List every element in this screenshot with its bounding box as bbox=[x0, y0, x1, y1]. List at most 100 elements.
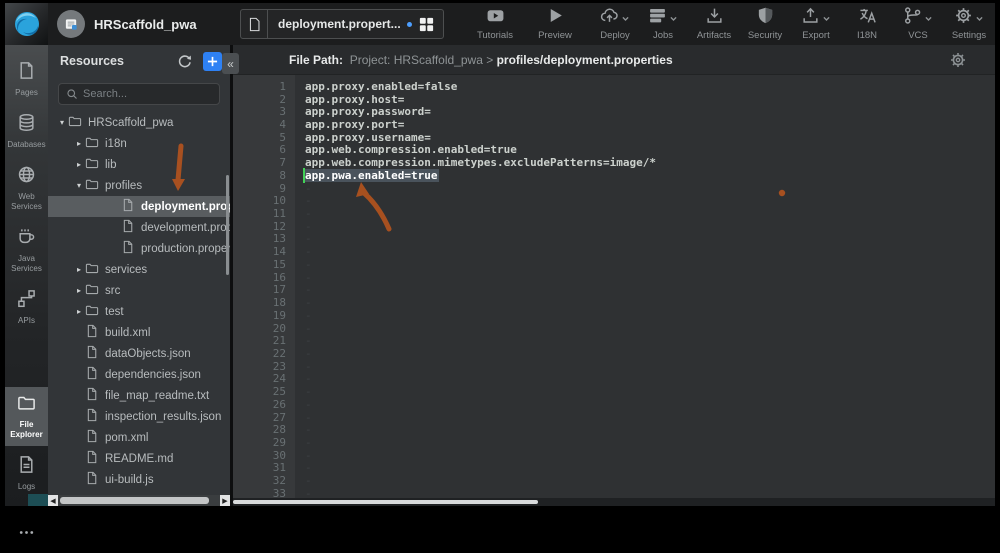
chevron-right-icon[interactable]: ▸ bbox=[73, 286, 85, 295]
refresh-icon[interactable] bbox=[176, 53, 193, 70]
sidebar-more-button[interactable] bbox=[5, 517, 48, 553]
code-line-7[interactable]: 7app.web.compression.mimetypes.excludePa… bbox=[233, 156, 995, 169]
code-line-26[interactable]: 26- bbox=[233, 398, 995, 411]
tutorials-button[interactable]: Tutorials bbox=[473, 7, 517, 41]
tree-item-label: i18n bbox=[105, 138, 127, 150]
tree-item-development.properties[interactable]: development.properties bbox=[48, 217, 230, 238]
code-line-6[interactable]: 6app.web.compression.enabled=true bbox=[233, 144, 995, 157]
toolbar-right-actions: Jobs Artifacts SecurityExportI18NVCSSettin… bbox=[641, 7, 991, 41]
code-area[interactable]: 1app.proxy.enabled=false2app.proxy.host=… bbox=[233, 75, 995, 506]
sidebar-item-label: APIs bbox=[18, 316, 35, 326]
code-line-11[interactable]: 11- bbox=[233, 207, 995, 220]
chevron-down-icon[interactable]: ▾ bbox=[73, 181, 85, 190]
tree-item-README.md[interactable]: README.md bbox=[48, 448, 230, 469]
code-line-31[interactable]: 31- bbox=[233, 462, 995, 475]
code-line-32[interactable]: 32- bbox=[233, 474, 995, 487]
add-resource-button[interactable] bbox=[203, 52, 222, 71]
tree-item-i18n[interactable]: ▸ i18n bbox=[48, 133, 230, 154]
tree-horizontal-scrollbar[interactable]: ◀ ▶ bbox=[48, 495, 230, 506]
sidebar-item-file-explorer[interactable]: FileExplorer bbox=[5, 387, 48, 446]
folder-icon bbox=[68, 114, 88, 131]
collapse-panel-button[interactable]: « bbox=[222, 53, 239, 74]
tree-item-ui-build.js[interactable]: ui-build.js bbox=[48, 469, 230, 490]
sidebar-item-apis[interactable]: APIs bbox=[5, 283, 48, 332]
search-input[interactable] bbox=[83, 88, 212, 100]
sidebar-item-databases[interactable]: Databases bbox=[5, 107, 48, 156]
code-line-1[interactable]: 1app.proxy.enabled=false bbox=[233, 80, 995, 93]
sidebar-item-java-services[interactable]: JavaServices bbox=[5, 221, 48, 280]
tree-item-test[interactable]: ▸test bbox=[48, 301, 230, 322]
tree-item-services[interactable]: ▸services bbox=[48, 259, 230, 280]
code-line-23[interactable]: 23- bbox=[233, 360, 995, 373]
export-icon bbox=[801, 6, 820, 30]
artifacts-button[interactable]: Artifacts bbox=[692, 7, 736, 41]
security-button[interactable]: Security bbox=[743, 7, 787, 41]
export-button[interactable]: Export bbox=[794, 7, 838, 41]
tree-item-dependencies.json[interactable]: dependencies.json bbox=[48, 364, 230, 385]
sidebar-item-label: Databases bbox=[7, 140, 45, 150]
preview-button[interactable]: Preview bbox=[533, 7, 577, 41]
sidebar-item-pages[interactable]: Pages bbox=[5, 55, 48, 104]
scroll-thumb[interactable] bbox=[60, 497, 209, 504]
code-line-2[interactable]: 2app.proxy.host= bbox=[233, 93, 995, 106]
code-line-17[interactable]: 17- bbox=[233, 284, 995, 297]
code-line-10[interactable]: 10- bbox=[233, 194, 995, 207]
code-line-27[interactable]: 27- bbox=[233, 411, 995, 424]
chevron-right-icon[interactable]: ▸ bbox=[73, 307, 85, 316]
scroll-right-icon[interactable]: ▶ bbox=[220, 495, 230, 506]
grid-icon[interactable] bbox=[418, 16, 435, 33]
code-line-22[interactable]: 22- bbox=[233, 347, 995, 360]
chevron-right-icon[interactable]: ▸ bbox=[73, 160, 85, 169]
code-line-4[interactable]: 4app.proxy.port= bbox=[233, 118, 995, 131]
code-line-9[interactable]: 9- bbox=[233, 182, 995, 195]
tree-item-dataObjects.json[interactable]: dataObjects.json bbox=[48, 343, 230, 364]
code-line-20[interactable]: 20- bbox=[233, 322, 995, 335]
jobs-button[interactable]: Jobs bbox=[641, 7, 685, 41]
code-line-12[interactable]: 12- bbox=[233, 220, 995, 233]
open-file-tab[interactable]: deployment.propert... bbox=[240, 9, 444, 39]
vcs-button[interactable]: VCS bbox=[896, 7, 940, 41]
action-label: Preview bbox=[538, 30, 572, 41]
code-line-14[interactable]: 14- bbox=[233, 245, 995, 258]
tree-item-build.xml[interactable]: build.xml bbox=[48, 322, 230, 343]
tree-item-src[interactable]: ▸src bbox=[48, 280, 230, 301]
tree-item-profiles[interactable]: ▾profiles bbox=[48, 175, 230, 196]
tree-item-file_map_readme.txt[interactable]: file_map_readme.txt bbox=[48, 385, 230, 406]
code-line-30[interactable]: 30- bbox=[233, 449, 995, 462]
code-line-25[interactable]: 25- bbox=[233, 385, 995, 398]
tree-item-HRScaffold_pwa[interactable]: ▾HRScaffold_pwa bbox=[48, 112, 230, 133]
tree-item-production.properties[interactable]: production.properties bbox=[48, 238, 230, 259]
code-line-5[interactable]: 5app.proxy.username= bbox=[233, 131, 995, 144]
code-line-19[interactable]: 19- bbox=[233, 309, 995, 322]
scroll-left-icon[interactable]: ◀ bbox=[48, 495, 58, 506]
tree-item-lib[interactable]: ▸lib bbox=[48, 154, 230, 175]
code-line-15[interactable]: 15- bbox=[233, 258, 995, 271]
code-line-16[interactable]: 16- bbox=[233, 271, 995, 284]
settings-button[interactable]: Settings bbox=[947, 7, 991, 41]
editor-settings-gear-icon[interactable] bbox=[949, 51, 967, 69]
i18n-button[interactable]: I18N bbox=[845, 7, 889, 41]
code-line-21[interactable]: 21- bbox=[233, 334, 995, 347]
code-line-29[interactable]: 29- bbox=[233, 436, 995, 449]
sidebar-item-logs[interactable]: Logs bbox=[5, 449, 48, 498]
code-line-18[interactable]: 18- bbox=[233, 296, 995, 309]
tree-item-inspection_results.json[interactable]: inspection_results.json bbox=[48, 406, 230, 427]
tree-item-pom.xml[interactable]: pom.xml bbox=[48, 427, 230, 448]
deploy-button[interactable]: Deploy bbox=[593, 7, 637, 41]
code-line-24[interactable]: 24- bbox=[233, 373, 995, 386]
sidebar-item-web-services[interactable]: WebServices bbox=[5, 159, 48, 218]
code-line-28[interactable]: 28- bbox=[233, 423, 995, 436]
chevron-right-icon[interactable]: ▸ bbox=[73, 265, 85, 274]
project-switcher[interactable]: HRScaffold_pwa bbox=[57, 10, 197, 38]
scroll-thumb[interactable] bbox=[233, 500, 538, 504]
code-line-3[interactable]: 3app.proxy.password= bbox=[233, 105, 995, 118]
tree-vertical-scrollbar[interactable] bbox=[226, 175, 229, 275]
chevron-down-icon[interactable]: ▾ bbox=[56, 118, 68, 127]
chevron-right-icon[interactable]: ▸ bbox=[73, 139, 85, 148]
editor-horizontal-scrollbar[interactable] bbox=[233, 498, 995, 506]
tree-item-deployment.properties[interactable]: deployment.properties bbox=[48, 196, 230, 217]
action-label: Artifacts bbox=[697, 30, 731, 41]
code-line-13[interactable]: 13- bbox=[233, 233, 995, 246]
app-logo[interactable] bbox=[5, 3, 48, 45]
code-line-8[interactable]: 8app.pwa.enabled=true bbox=[233, 169, 995, 182]
